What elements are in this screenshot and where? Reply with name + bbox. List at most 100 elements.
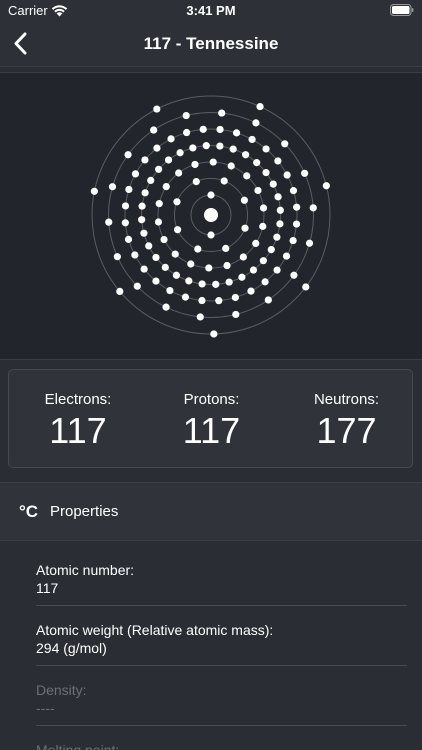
electron	[259, 204, 268, 212]
neutrons-value: 177	[316, 410, 377, 451]
electron	[166, 286, 174, 295]
electron	[227, 162, 235, 170]
electron	[131, 170, 140, 178]
electron	[207, 191, 215, 199]
electron	[218, 109, 226, 117]
electron	[185, 277, 193, 285]
electron	[121, 219, 129, 227]
electron	[90, 187, 98, 195]
property-row-melting-point: Melting point:	[36, 725, 407, 750]
electron	[167, 135, 175, 143]
electron	[216, 125, 224, 134]
electron	[108, 183, 117, 191]
electron	[187, 260, 195, 268]
element-detail-screen: Carrier 3:41 PM 117 - Tennessine Electro…	[0, 0, 422, 750]
electron	[262, 145, 270, 153]
electron	[249, 266, 258, 274]
electron	[152, 277, 160, 285]
electron	[231, 293, 239, 302]
electron	[232, 310, 240, 319]
electron	[147, 176, 155, 185]
electron	[232, 129, 241, 137]
electron	[238, 273, 246, 281]
property-label: Atomic weight (Relative atomic mass):	[36, 622, 274, 638]
electron	[292, 220, 301, 228]
properties-title: Properties	[50, 503, 119, 520]
electron	[283, 171, 291, 179]
property-row-atomic-number: Atomic number: 117	[36, 545, 407, 606]
electron	[248, 135, 256, 144]
electron	[276, 220, 284, 228]
protons-label: Protons:	[183, 391, 240, 408]
electron	[141, 189, 149, 197]
electron	[202, 142, 210, 150]
electron	[162, 183, 170, 191]
electron	[215, 297, 223, 305]
electron	[171, 250, 179, 258]
neutrons-count: Neutrons: 177	[279, 370, 414, 469]
electron	[305, 239, 314, 247]
neutrons-label: Neutrons:	[313, 391, 380, 408]
electron	[140, 265, 148, 273]
properties-header[interactable]: °C Properties	[0, 482, 422, 541]
electron	[264, 296, 272, 304]
electron	[191, 160, 199, 169]
electron	[162, 303, 170, 311]
electron	[138, 216, 146, 224]
electron	[199, 125, 207, 133]
electron	[207, 231, 215, 239]
electron	[113, 253, 121, 261]
electron	[289, 236, 297, 245]
electron	[196, 313, 204, 321]
electron	[160, 235, 168, 244]
electron	[192, 178, 200, 186]
property-value: 117	[36, 580, 59, 596]
electron	[209, 158, 217, 166]
electron	[289, 187, 298, 195]
electron	[150, 126, 158, 134]
property-value: ----	[36, 700, 55, 716]
protons-count: Protons: 117	[144, 370, 279, 469]
electron	[124, 151, 132, 159]
atom-model	[90, 95, 331, 338]
electron	[252, 119, 260, 127]
electron	[153, 105, 161, 113]
electron	[241, 224, 249, 232]
electron	[174, 226, 182, 234]
nucleus	[204, 208, 218, 222]
navigation-bar: 117 - Tennessine	[0, 22, 422, 67]
electron	[152, 253, 160, 262]
electron	[164, 156, 173, 164]
page-title: 117 - Tennessine	[143, 34, 279, 53]
electron	[269, 180, 277, 188]
electron	[254, 186, 262, 195]
electrons-value: 117	[49, 410, 107, 451]
electron	[183, 128, 191, 137]
battery-full-icon	[390, 4, 414, 16]
electron	[253, 159, 261, 167]
property-label: Atomic number:	[36, 562, 135, 578]
electron	[189, 144, 197, 152]
property-label: Melting point:	[36, 742, 120, 750]
electron	[274, 193, 282, 201]
electron	[141, 156, 149, 164]
electron	[161, 263, 169, 271]
status-time: 3:41 PM	[186, 3, 236, 18]
electron	[276, 206, 284, 214]
electron	[243, 172, 251, 180]
electron	[222, 244, 230, 252]
electron	[293, 203, 301, 211]
electron	[223, 261, 231, 270]
electron	[176, 149, 184, 157]
electron	[154, 218, 163, 226]
electron	[282, 252, 291, 260]
electron	[220, 177, 228, 185]
electron	[225, 278, 233, 286]
electrons-count: Electrons: 117	[9, 370, 144, 469]
electron	[140, 229, 148, 237]
electron	[173, 198, 181, 206]
electron	[198, 280, 206, 288]
particle-counts-card: Electrons: 117 Protons: 117 Neutrons: 17…	[8, 369, 413, 468]
electron	[290, 271, 298, 279]
electron	[267, 245, 275, 254]
